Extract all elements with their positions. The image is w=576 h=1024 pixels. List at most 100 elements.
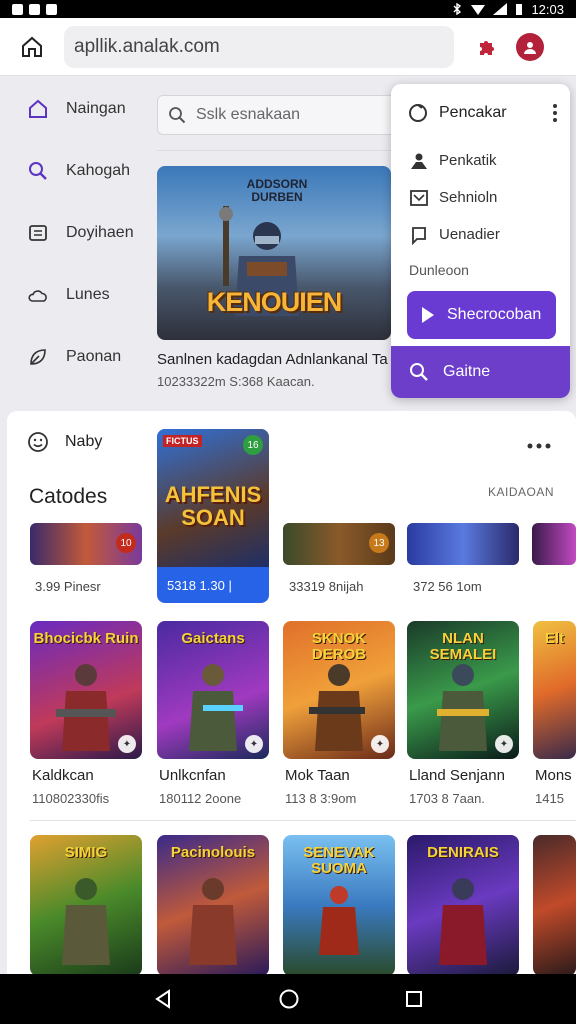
- sidebar-item-paonan[interactable]: Paonan: [8, 326, 148, 388]
- people-icon: [411, 153, 427, 169]
- search-icon: [410, 363, 428, 381]
- notification-icon: [12, 3, 23, 15]
- game-title: Unlkcnfan: [159, 767, 226, 784]
- game-meta: 180112 2oone: [159, 791, 242, 806]
- more-vertical-icon[interactable]: [552, 103, 558, 123]
- menu-item-label: Gaitne: [443, 363, 491, 380]
- sidebar-item-naingan[interactable]: Naingan: [8, 78, 148, 140]
- character-figure-icon: [56, 664, 116, 751]
- game-thumbnail[interactable]: 13: [283, 523, 395, 565]
- extensions-button[interactable]: [474, 33, 502, 61]
- sidebar-item-label: Lunes: [66, 286, 110, 303]
- menu-header: Pencakar: [391, 84, 570, 142]
- controller-icon: ✦: [371, 735, 389, 753]
- url-text: apllik.analak.com: [74, 35, 220, 57]
- game-card[interactable]: Bhocicbk Ruin ✦: [30, 621, 142, 759]
- rating-badge: 13: [369, 533, 389, 553]
- menu-item-uenadier[interactable]: Uenadier: [391, 216, 570, 253]
- character-figure-icon: [189, 878, 237, 965]
- smile-icon: [28, 432, 48, 452]
- games-panel: Naby Catodes KAIDAOAN FICTUS 16 AHFENIS …: [7, 411, 576, 976]
- game-meta: 113 8 3:9om: [285, 791, 357, 806]
- signal-icon: [493, 3, 508, 15]
- browser-home-button[interactable]: [14, 29, 50, 65]
- recents-icon[interactable]: [405, 990, 423, 1008]
- sidebar-item-label: Kahogah: [66, 162, 131, 179]
- menu-item-sehnioln[interactable]: Sehnioln: [391, 179, 570, 216]
- game-card[interactable]: SIMIG: [30, 835, 142, 976]
- frame-icon: [410, 189, 428, 206]
- game-card[interactable]: Pacinolouis: [157, 835, 269, 976]
- menu-item-label: Penkatik: [439, 152, 497, 169]
- sidebar-item-label: Paonan: [66, 348, 122, 365]
- game-art-title: Elt: [544, 630, 565, 647]
- controller-icon: ✦: [245, 735, 263, 753]
- game-card[interactable]: NLAN SEMALEI ✦: [407, 621, 519, 759]
- panel-header: Naby: [7, 431, 102, 453]
- home-icon: [22, 36, 42, 57]
- notification-icon: [46, 3, 57, 15]
- game-art-title: Pacinolouis: [170, 844, 256, 861]
- section-title: Catodes: [29, 485, 108, 508]
- controller-icon: ✦: [495, 735, 513, 753]
- dropdown-menu: Pencakar Penkatik Sehnioln Uenadier Dunl…: [391, 84, 570, 398]
- menu-play-button[interactable]: Shecrocoban: [407, 291, 556, 339]
- character-figure-icon: [62, 878, 110, 965]
- game-thumbnail[interactable]: [407, 523, 519, 565]
- featured-banner[interactable]: ADDSORN DURBEN KENOUIEN: [157, 166, 391, 340]
- search-input[interactable]: Sslk esnakaan: [157, 95, 397, 135]
- game-title: Lland Senjann: [409, 767, 505, 784]
- game-card[interactable]: Elt: [533, 621, 576, 759]
- game-meta: 110802330fis: [32, 791, 110, 806]
- game-art-title: NLAN SEMALEI: [429, 630, 497, 663]
- bluetooth-icon: [453, 3, 462, 15]
- profile-avatar[interactable]: [516, 32, 544, 61]
- rating-badge: 16: [243, 435, 263, 455]
- section-link[interactable]: KAIDAOAN: [488, 485, 554, 499]
- menu-section-label: Dunleoon: [409, 262, 469, 278]
- search-icon: [29, 162, 47, 180]
- divider: [157, 150, 397, 151]
- featured-game-card[interactable]: FICTUS 16 AHFENIS SOAN 5318 1.30 |: [157, 429, 269, 603]
- menu-header-label: Pencakar: [439, 104, 507, 121]
- user-icon: [524, 41, 536, 54]
- game-card[interactable]: SENEVAK SUOMA: [283, 835, 395, 976]
- character-figure-icon: [437, 664, 489, 751]
- sidebar-item-doyihaen[interactable]: Doyihaen: [8, 202, 148, 264]
- featured-title: KENOUIEN: [206, 287, 343, 317]
- character-figure-icon: [189, 664, 243, 751]
- game-card[interactable]: [533, 835, 576, 976]
- game-art-title: SIMIG: [64, 844, 108, 861]
- menu-item-penkatik[interactable]: Penkatik: [391, 142, 570, 179]
- sidebar-item-lunes[interactable]: Lunes: [8, 264, 148, 326]
- divider: [30, 820, 576, 821]
- game-art-title: Gaictans: [181, 630, 245, 647]
- game-title: Mok Taan: [285, 767, 350, 784]
- back-icon[interactable]: [153, 989, 173, 1009]
- rating-badge: 10: [116, 533, 136, 553]
- character-figure-icon: [319, 886, 359, 955]
- menu-item-label: Uenadier: [439, 226, 500, 243]
- more-options-button[interactable]: [526, 437, 552, 455]
- sidebar: Naingan Kahogah Doyihaen Lunes Paonan: [8, 78, 148, 388]
- game-card[interactable]: SKNOK DEROB ✦: [283, 621, 395, 759]
- sidebar-item-kahogah[interactable]: Kahogah: [8, 140, 148, 202]
- game-card[interactable]: Gaictans ✦: [157, 621, 269, 759]
- game-art-title: AHFENIS SOAN: [164, 482, 262, 531]
- game-card[interactable]: DENIRAIS: [407, 835, 519, 976]
- menu-cta-label: Shecrocoban: [447, 306, 542, 323]
- battery-icon: [516, 4, 523, 15]
- featured-meta: 10233322m S:368 Kaacan.: [157, 374, 315, 389]
- game-art: FICTUS 16 AHFENIS SOAN: [157, 429, 269, 567]
- library-icon: [29, 225, 47, 241]
- game-thumbnail[interactable]: [532, 523, 576, 565]
- home-circle-icon[interactable]: [278, 988, 300, 1010]
- game-thumbnail[interactable]: 10: [30, 523, 142, 565]
- menu-item-selected[interactable]: Gaitne: [391, 346, 570, 398]
- menu-item-label: Sehnioln: [439, 189, 498, 206]
- game-tag: FICTUS: [163, 435, 202, 447]
- featured-subtitle: ADDSORN DURBEN: [246, 177, 308, 204]
- character-figure-icon: [309, 664, 365, 751]
- controller-icon: ✦: [118, 735, 136, 753]
- address-bar[interactable]: apllik.analak.com: [64, 25, 454, 68]
